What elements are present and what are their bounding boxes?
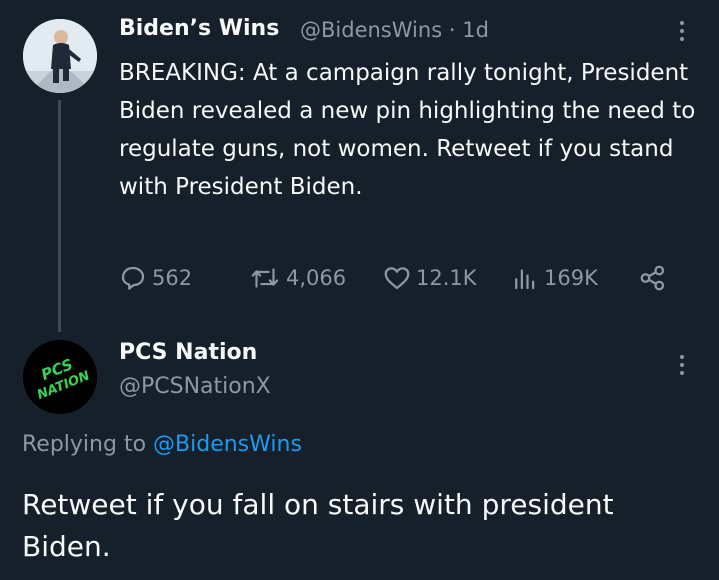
replying-to-handle-link[interactable]: @BidensWins xyxy=(153,432,302,457)
author-name[interactable]: Biden’s Wins xyxy=(119,16,279,41)
replying-to-line: Replying to @BidensWins xyxy=(22,432,302,457)
separator-dot: · xyxy=(448,18,456,42)
reply-author-name[interactable]: PCS Nation xyxy=(119,340,257,365)
share-button[interactable] xyxy=(638,258,672,298)
author-handle-time[interactable]: @BidensWins · 1d xyxy=(300,18,489,42)
reply-author-avatar[interactable]: PCS NATION xyxy=(23,340,97,414)
reply-author-handle[interactable]: @PCSNationX xyxy=(119,374,271,399)
pcs-nation-logo: PCS NATION xyxy=(23,340,97,414)
like-count: 12.1K xyxy=(416,266,477,290)
reply-button[interactable]: 562 xyxy=(118,258,192,298)
reply-count: 562 xyxy=(152,266,193,290)
replying-to-prefix: Replying to xyxy=(22,432,147,457)
like-button[interactable]: 12.1K xyxy=(382,258,477,298)
retweet-icon xyxy=(251,268,279,288)
retweet-button[interactable]: 4,066 xyxy=(248,258,346,298)
retweet-count: 4,066 xyxy=(286,266,347,290)
tweet-text: BREAKING: At a campaign rally tonight, P… xyxy=(119,60,696,200)
author-avatar[interactable] xyxy=(23,19,97,93)
like-icon xyxy=(384,267,410,290)
views-icon xyxy=(515,269,535,290)
author-handle[interactable]: @BidensWins xyxy=(300,18,442,42)
tweet-actions: 562 4,066 12.1K 169K xyxy=(0,258,719,298)
reply-more-icon[interactable] xyxy=(672,352,692,382)
timestamp[interactable]: 1d xyxy=(462,18,489,42)
avatar-photo xyxy=(23,19,97,93)
reply-text: Retweet if you fall on stairs with presi… xyxy=(22,488,614,563)
views-button[interactable]: 169K xyxy=(510,258,598,298)
share-icon xyxy=(640,265,665,291)
reply-icon xyxy=(121,266,145,290)
views-count: 169K xyxy=(544,266,598,290)
more-icon[interactable] xyxy=(672,18,692,48)
